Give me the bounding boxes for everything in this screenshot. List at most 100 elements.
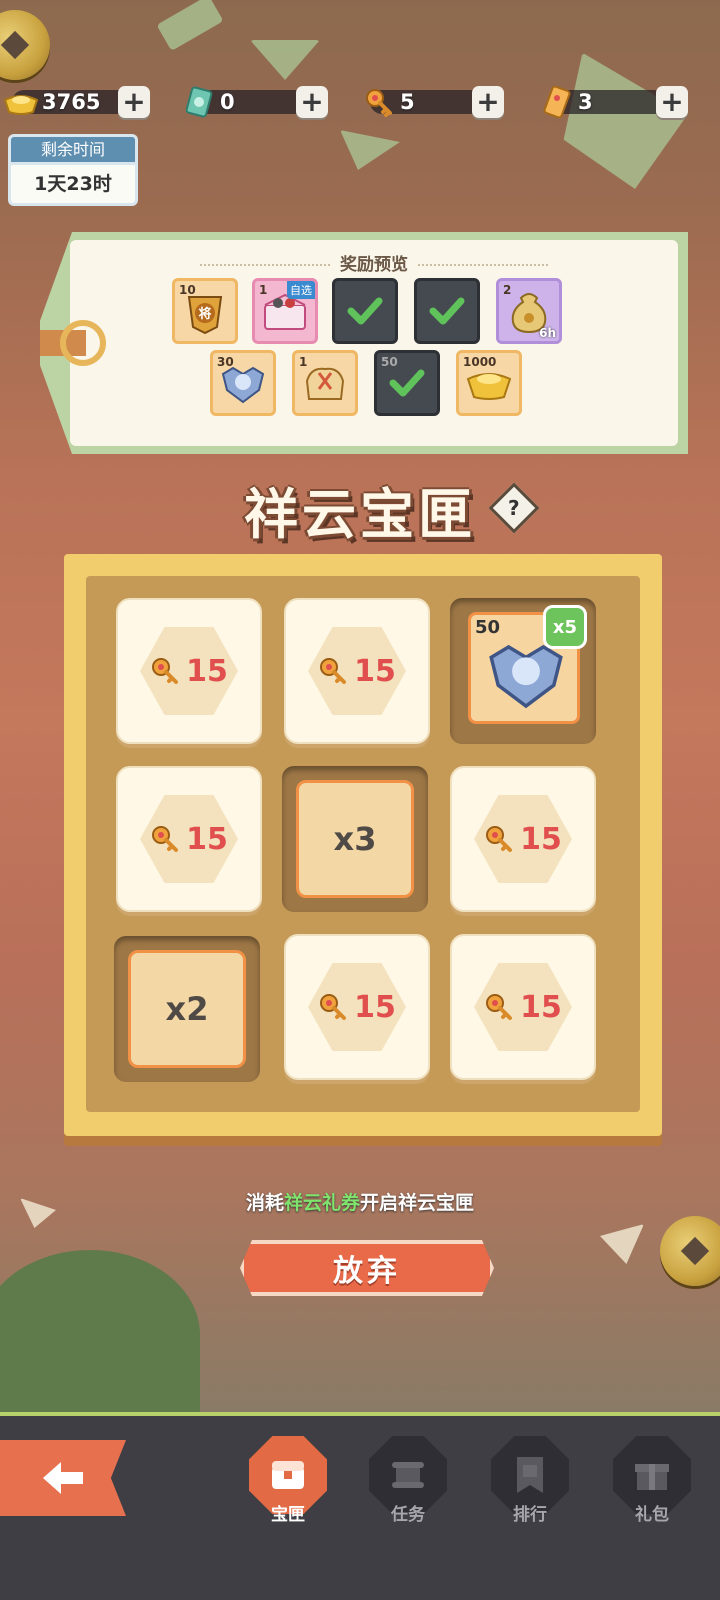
voucher-icon (538, 85, 576, 119)
background-coin (0, 1300, 70, 1370)
reward-item-cloth-bundle[interactable]: 1 (292, 350, 358, 416)
remaining-time-label: 剩余时间 (8, 134, 138, 162)
hint-highlight: 祥云礼券 (283, 1192, 360, 1214)
prize-item: 50 x5 (468, 605, 587, 724)
reward-item-money-bag[interactable]: 2 6h (496, 278, 562, 344)
page-title: 祥云宝匣 (244, 482, 476, 546)
bottom-nav: 宝匣 任务 排行 礼包 (0, 1412, 720, 1600)
tag-ring (60, 320, 106, 366)
currency-bar: 3765 + 0 + 5 + 3 + (0, 84, 720, 120)
key-icon (486, 826, 513, 852)
hint-suffix: 开启祥云宝匣 (360, 1192, 475, 1214)
open-hint-text: 消耗祥云礼券开启祥云宝匣 (0, 1188, 720, 1215)
background-bird (600, 1224, 644, 1264)
check-icon (429, 297, 465, 325)
tab-label: 排行 (513, 1505, 547, 1525)
tab-tasks[interactable]: 任务 (366, 1436, 450, 1546)
tab-label: 任务 (391, 1505, 425, 1525)
multiplier-tile: x2 (128, 950, 246, 1068)
currency-key: 5 (360, 84, 415, 120)
background-leaf (340, 130, 400, 170)
key-value: 5 (400, 90, 415, 114)
key-icon (320, 994, 347, 1020)
tab-label: 宝匣 (271, 1505, 305, 1525)
reward-item-blue-emblem[interactable]: 30 (210, 350, 276, 416)
background-leaf (156, 0, 224, 51)
gold-ingot-icon (2, 85, 40, 119)
key-cost: 15 (520, 989, 562, 1025)
reward-duration: 6h (539, 326, 556, 340)
key-cost: 15 (354, 989, 396, 1025)
reward-item-general-token[interactable]: 10 将 (172, 278, 238, 344)
abandon-button[interactable]: 放弃 (240, 1240, 494, 1296)
background-leaf (545, 53, 695, 197)
reward-qty: 10 (179, 283, 196, 297)
currency-card: 0 (180, 84, 235, 120)
back-arrow-icon (43, 1462, 83, 1494)
reward-qty: 2 (503, 283, 512, 297)
back-button[interactable] (0, 1440, 126, 1516)
board-cell-multiplier[interactable]: x3 (282, 766, 428, 912)
add-card-button[interactable]: + (296, 86, 328, 118)
currency-voucher: 3 (538, 84, 593, 120)
multiplier-tile: x3 (296, 780, 414, 898)
add-key-button[interactable]: + (472, 86, 504, 118)
add-voucher-button[interactable]: + (656, 86, 688, 118)
cloth-bundle-icon (301, 361, 349, 405)
ticket-card-icon (180, 85, 218, 119)
key-icon (320, 658, 347, 684)
card-value: 0 (220, 90, 235, 114)
reward-item-claimed (414, 278, 480, 344)
background-coin (660, 1216, 720, 1286)
question-icon: ? (508, 495, 520, 520)
tab-gifts[interactable]: 礼包 (610, 1436, 694, 1546)
reward-item-claimed: 50 (374, 350, 440, 416)
svg-text:将: 将 (198, 306, 211, 322)
treasure-board: 15 15 50 x5 15 x3 15 x2 15 15 (64, 554, 662, 1136)
key-cost: 15 (354, 653, 396, 689)
board-cell-key[interactable]: 15 (450, 766, 596, 912)
remaining-time: 剩余时间 1天23时 (8, 134, 138, 206)
key-icon (152, 658, 179, 684)
reward-qty: 1000 (463, 355, 497, 369)
check-icon (389, 369, 425, 397)
board-cell-key[interactable]: 15 (116, 766, 262, 912)
prize-multiplier-badge: x5 (543, 605, 587, 649)
remaining-time-value: 1天23时 (8, 162, 138, 206)
reward-item-gold-ingot[interactable]: 1000 (456, 350, 522, 416)
background-coin (0, 10, 50, 80)
tab-chest[interactable]: 宝匣 (246, 1436, 330, 1546)
background-leaf (250, 40, 320, 80)
gold-ingot-icon (466, 365, 512, 401)
hint-prefix: 消耗 (245, 1192, 284, 1214)
key-cost: 15 (186, 821, 228, 857)
reward-select-tag: 自选 (287, 281, 315, 299)
add-gold-button[interactable]: + (118, 86, 150, 118)
reward-preview-panel[interactable]: 奖励预览 10 将 1 自选 2 6h 30 1 50 1000 (40, 232, 688, 454)
board-cell-prize[interactable]: 50 x5 (450, 598, 596, 744)
board-cell-key[interactable]: 15 (450, 934, 596, 1080)
key-icon (152, 826, 179, 852)
currency-gold: 3765 (2, 84, 100, 120)
board-cell-key[interactable]: 15 (284, 934, 430, 1080)
background-bush (0, 1250, 200, 1420)
board-cell-key[interactable]: 15 (116, 598, 262, 744)
board-inner: 15 15 50 x5 15 x3 15 x2 15 15 (86, 576, 640, 1112)
voucher-value: 3 (578, 90, 593, 114)
reward-item-claimed (332, 278, 398, 344)
board-cell-key[interactable]: 15 (284, 598, 430, 744)
key-icon (486, 994, 513, 1020)
check-icon (347, 297, 383, 325)
tab-ranking[interactable]: 排行 (488, 1436, 572, 1546)
board-cell-multiplier[interactable]: x2 (114, 936, 260, 1082)
reward-qty: 1 (259, 283, 268, 297)
key-icon (360, 85, 398, 119)
reward-qty: 30 (217, 355, 234, 369)
key-cost: 15 (520, 821, 562, 857)
reward-item-select-gift-box[interactable]: 1 自选 (252, 278, 318, 344)
gold-value: 3765 (42, 90, 101, 114)
reward-qty: 1 (299, 355, 308, 369)
tab-label: 礼包 (635, 1505, 669, 1525)
key-cost: 15 (186, 653, 228, 689)
reward-preview-title: 奖励预览 (70, 250, 678, 275)
